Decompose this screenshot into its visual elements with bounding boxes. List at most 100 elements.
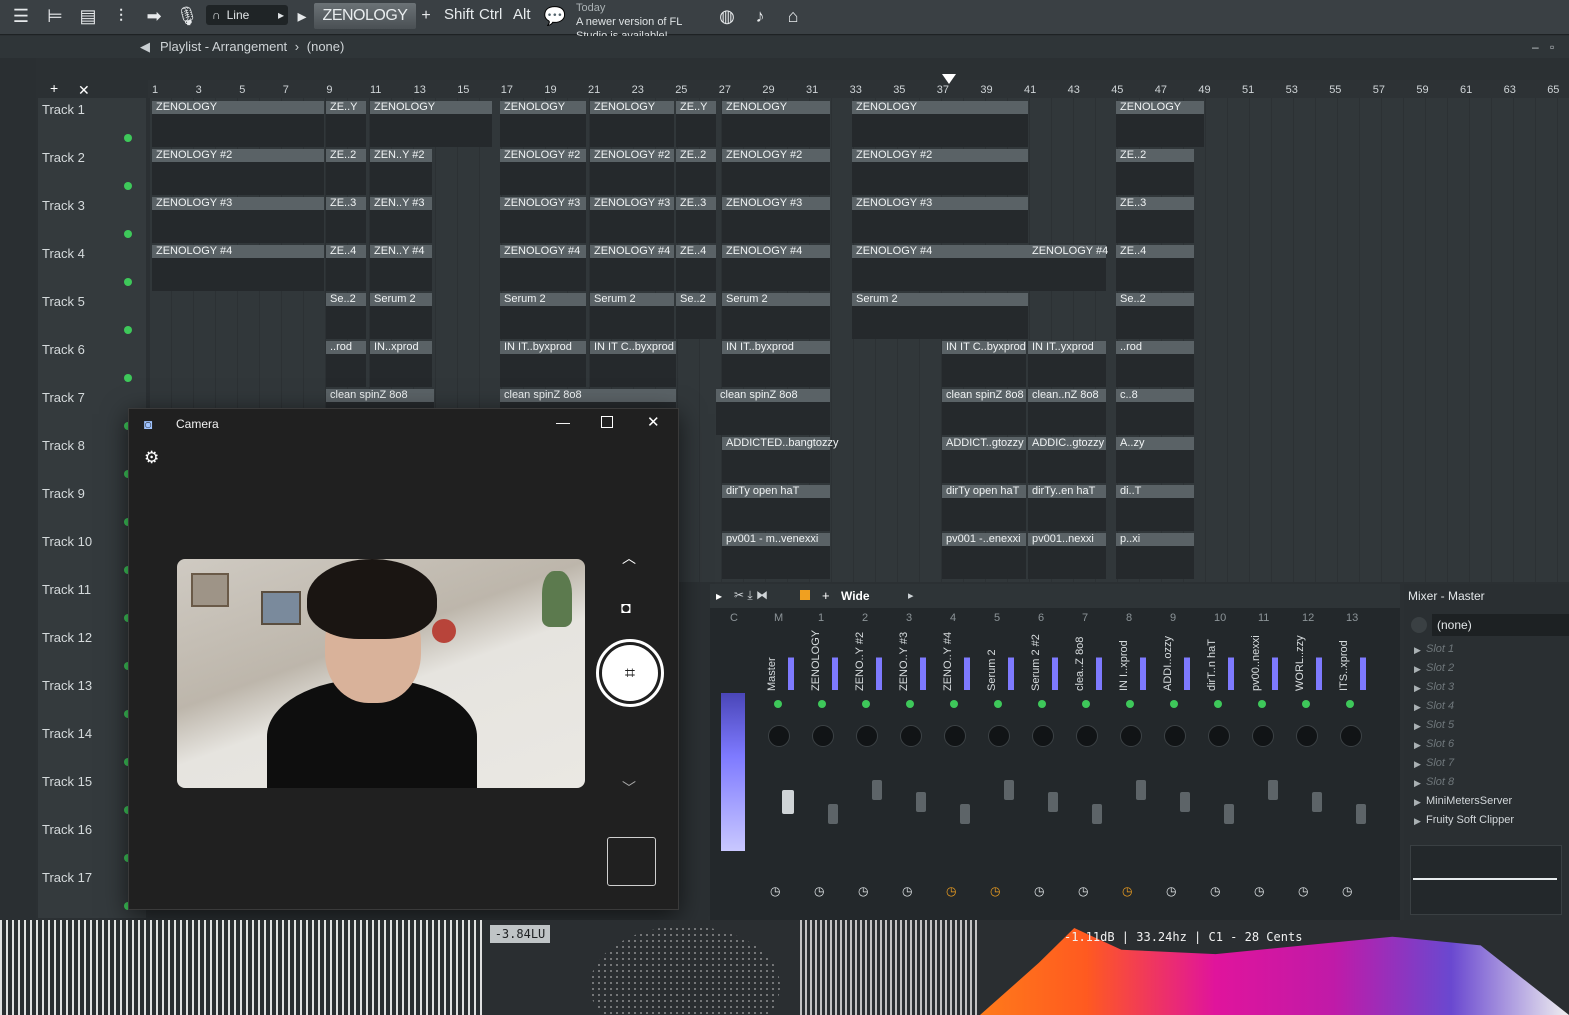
track-label[interactable]: Track 11 (42, 582, 91, 597)
mixer-strip-name[interactable]: pv00..nexxi (1250, 635, 1264, 691)
slot-expand-icon[interactable]: ▶ (1414, 721, 1421, 732)
menu-icon[interactable]: ☰ (6, 2, 36, 30)
mixer-strip-led[interactable] (1302, 700, 1310, 708)
clip[interactable]: pv001..nexxi (1028, 533, 1106, 579)
track-label[interactable]: Track 9 (42, 486, 85, 501)
mixer-strip-led[interactable] (1346, 700, 1354, 708)
slot-expand-icon[interactable]: ▶ (1414, 816, 1421, 827)
volume-fader[interactable] (872, 780, 882, 800)
track-label[interactable]: Track 1 (42, 102, 85, 117)
slot-expand-icon[interactable]: ▶ (1414, 740, 1421, 751)
track-mute-led[interactable] (124, 374, 132, 382)
effect-slot[interactable]: Fruity Soft Clipper (1426, 814, 1514, 826)
arrow-right-icon[interactable]: ➡ (139, 2, 169, 30)
clip[interactable]: ZENOLOGY #4 (500, 245, 586, 291)
route-icon[interactable]: ◷ (1298, 884, 1308, 898)
clip[interactable]: ZE..Y (676, 101, 716, 147)
clip[interactable]: ADDICTED..bangtozzy (722, 437, 838, 483)
clip[interactable]: ZENOLOGY (370, 101, 492, 147)
mixer-strip-name[interactable]: ZENOLOGY (810, 630, 824, 691)
clip[interactable]: ZENOLOGY #2 (500, 149, 586, 195)
clip[interactable]: ZE..4 (326, 245, 366, 291)
photo-mode-icon[interactable]: ◘ (621, 600, 631, 618)
clip[interactable]: ZENOLOGY #3 (852, 197, 1028, 243)
settings-gear-icon[interactable]: ⚙ (144, 448, 159, 468)
eq-graph[interactable] (1410, 845, 1562, 915)
clip[interactable]: ZENOLOGY (1116, 101, 1204, 147)
effect-slot[interactable]: Slot 2 (1426, 662, 1454, 674)
clip[interactable]: ZEN..Y #3 (370, 197, 432, 243)
master-volume-fader[interactable] (782, 790, 794, 814)
pan-knob[interactable] (856, 725, 878, 747)
capture-button[interactable]: ⌗ (596, 639, 664, 707)
clip[interactable]: ZENOLOGY #3 (590, 197, 674, 243)
mixer-strip-led[interactable] (1126, 700, 1134, 708)
track-label[interactable]: Track 12 (42, 630, 92, 645)
add-track-icon[interactable]: + (50, 80, 58, 96)
mixer-strip-name[interactable]: ADDI..ozzy (1162, 636, 1176, 691)
pan-knob[interactable] (1296, 725, 1318, 747)
pan-knob[interactable] (988, 725, 1010, 747)
clip[interactable]: Se..2 (1116, 293, 1194, 339)
pattern-view-icon[interactable]: ⊨ (40, 2, 70, 30)
route-icon[interactable]: ◷ (902, 884, 912, 898)
track-label[interactable]: Track 6 (42, 342, 85, 357)
pan-knob[interactable] (1164, 725, 1186, 747)
playlist-view-icon[interactable]: ▤ (73, 2, 103, 30)
route-icon[interactable]: ◷ (1254, 884, 1264, 898)
pattern-selector[interactable]: ZENOLOGY (314, 3, 416, 29)
mixer-strip-name[interactable]: ZENO..Y #4 (942, 632, 956, 691)
mixer-strip-name[interactable]: ZENO..Y #3 (898, 632, 912, 691)
clip[interactable]: Serum 2 (370, 293, 432, 339)
volume-fader[interactable] (828, 804, 838, 824)
clip[interactable]: p..xi (1116, 533, 1194, 579)
slot-expand-icon[interactable]: ▶ (1414, 797, 1421, 808)
playhead-marker[interactable] (942, 74, 956, 84)
clip[interactable]: Se..2 (676, 293, 716, 339)
track-label[interactable]: Track 7 (42, 390, 85, 405)
mixer-strip-led[interactable] (1038, 700, 1046, 708)
mixer-strip-led[interactable] (950, 700, 958, 708)
mixer-strip-led[interactable] (862, 700, 870, 708)
effect-slot[interactable]: MiniMetersServer (1426, 795, 1512, 807)
chat-icon[interactable]: 💬 (540, 2, 570, 30)
clip[interactable]: dirTy open haT (722, 485, 830, 531)
volume-fader[interactable] (1048, 792, 1058, 812)
slot-expand-icon[interactable]: ▶ (1414, 645, 1421, 656)
pan-knob[interactable] (900, 725, 922, 747)
effect-slot[interactable]: Slot 6 (1426, 738, 1454, 750)
mixer-strip-name[interactable]: Master (766, 636, 780, 691)
clip[interactable]: ZENOLOGY #2 (852, 149, 1028, 195)
route-icon[interactable]: ◷ (1342, 884, 1352, 898)
clip[interactable]: dirTy open haT (942, 485, 1026, 531)
bell-icon[interactable]: ⌂ (778, 2, 808, 30)
snap-selector[interactable]: ∩ Line ▸ (206, 5, 288, 25)
clip[interactable]: ZENOLOGY (852, 101, 1028, 147)
playlist-breadcrumb[interactable]: (none) (307, 39, 345, 54)
mixer-strip-led[interactable] (1214, 700, 1222, 708)
mixer-strip-number[interactable]: 7 (1082, 612, 1088, 624)
clip[interactable]: ZENOLOGY (722, 101, 830, 147)
route-icon[interactable]: ◷ (1034, 884, 1044, 898)
pan-knob[interactable] (1252, 725, 1274, 747)
clip[interactable]: di..T (1116, 485, 1194, 531)
clip[interactable]: ZE..3 (676, 197, 716, 243)
pan-knob[interactable] (812, 725, 834, 747)
route-icon[interactable]: ◷ (1210, 884, 1220, 898)
clip[interactable]: Serum 2 (590, 293, 674, 339)
effect-slot[interactable]: Slot 1 (1426, 643, 1454, 655)
chevron-down-icon[interactable]: ﹀ (622, 778, 636, 798)
track-label[interactable]: Track 10 (42, 534, 92, 549)
play-triangle-icon[interactable]: ▸ (294, 2, 310, 30)
globe-icon[interactable]: ◍ (712, 2, 742, 30)
clip[interactable]: ZENOLOGY #4 (852, 245, 1028, 291)
clip[interactable]: ZE..2 (1116, 149, 1194, 195)
track-mute-led[interactable] (124, 182, 132, 190)
mixer-strip-number[interactable]: 6 (1038, 612, 1044, 624)
route-icon[interactable]: ◷ (1078, 884, 1088, 898)
clip[interactable]: Serum 2 (852, 293, 1028, 339)
pan-knob[interactable] (1340, 725, 1362, 747)
ctrl-key[interactable]: Ctrl (479, 6, 502, 23)
mixer-strip-name[interactable]: ZENO..Y #2 (854, 632, 868, 691)
clip[interactable]: IN IT C..byxprod (590, 341, 676, 387)
